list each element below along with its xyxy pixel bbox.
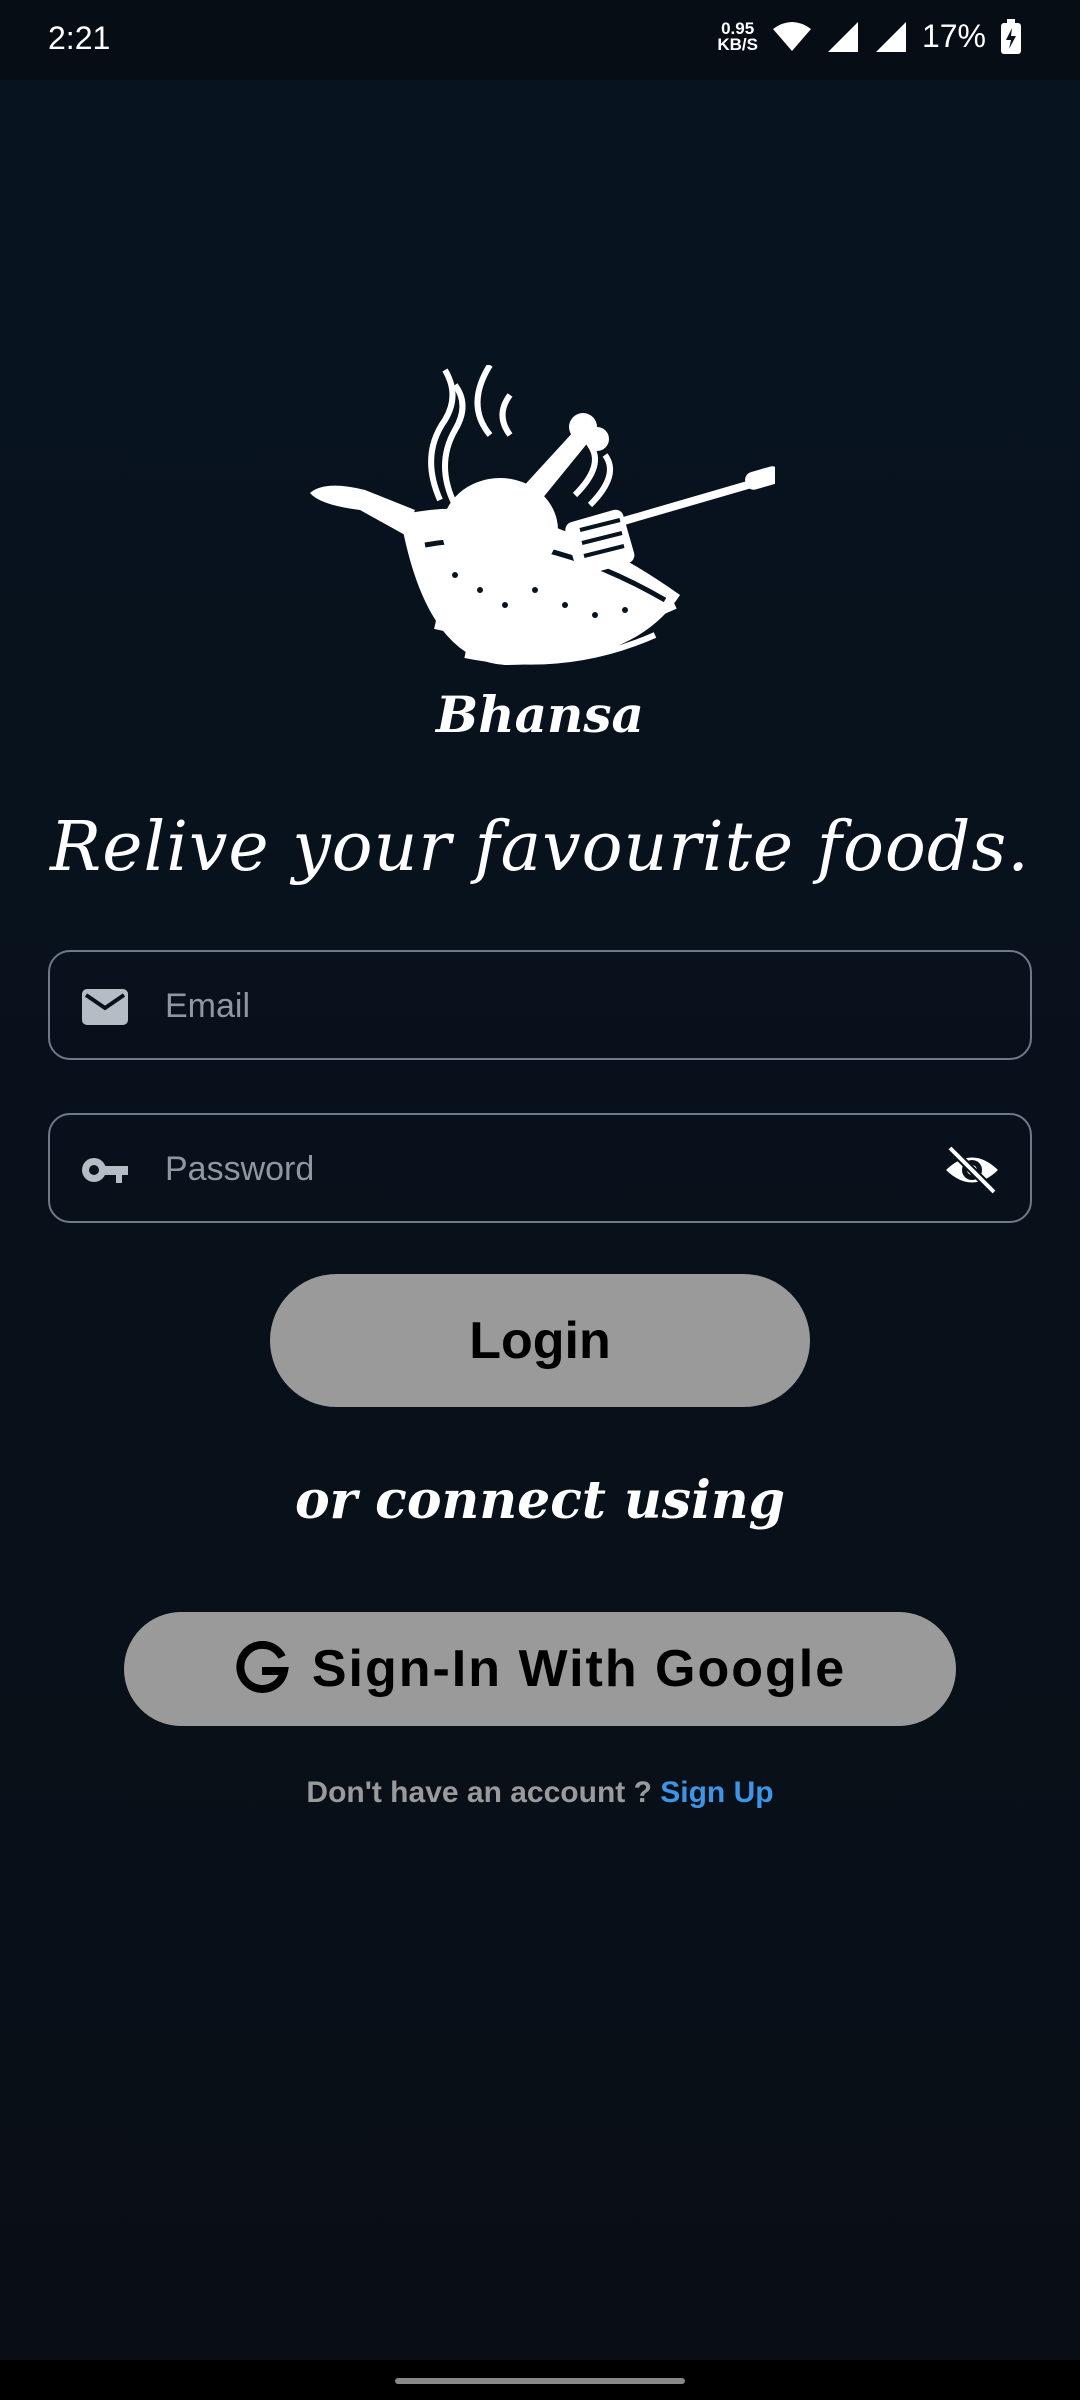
battery-icon: [1001, 18, 1021, 54]
key-icon: [82, 1158, 128, 1183]
eye-off-icon[interactable]: [944, 1145, 1000, 1195]
cooking-pan-logo-icon: [310, 363, 781, 665]
navigation-bar: [0, 2360, 1080, 2400]
app-logo: Bhansa: [305, 363, 781, 750]
google-icon: [236, 1641, 289, 1693]
signup-line: Don't have an account ? Sign Up: [0, 1776, 1080, 1810]
password-input[interactable]: [163, 1115, 947, 1223]
google-sign-in-button[interactable]: Sign-In With Google: [124, 1612, 956, 1726]
mail-icon: [82, 989, 128, 1025]
network-speed-unit: KB/S: [717, 34, 758, 54]
email-input[interactable]: [163, 952, 947, 1060]
password-field[interactable]: [48, 1113, 1032, 1223]
google-sign-in-label: Sign-In With Google: [311, 1640, 847, 1698]
status-time: 2:21: [48, 20, 111, 56]
signal-icon-2: [875, 21, 906, 52]
status-bar: 2:21 0.95 KB/S 17%: [0, 0, 1080, 80]
brand-name: Bhansa: [436, 685, 644, 744]
signup-prompt: Don't have an account ?: [306, 1776, 652, 1809]
or-connect-using-text: or connect using: [294, 1470, 785, 1531]
battery-percent: 17%: [921, 18, 986, 54]
sign-up-link[interactable]: Sign Up: [660, 1776, 773, 1809]
network-speed: 0.95 KB/S: [717, 20, 758, 54]
status-icons: 0.95 KB/S 17%: [717, 18, 1022, 55]
signal-icon: [827, 21, 858, 52]
wifi-icon: [772, 21, 811, 51]
login-button[interactable]: Login: [270, 1274, 810, 1407]
gesture-handle[interactable]: [395, 2378, 685, 2384]
tagline: Relive your favourite foods.: [50, 808, 1030, 887]
email-field[interactable]: [48, 950, 1032, 1060]
